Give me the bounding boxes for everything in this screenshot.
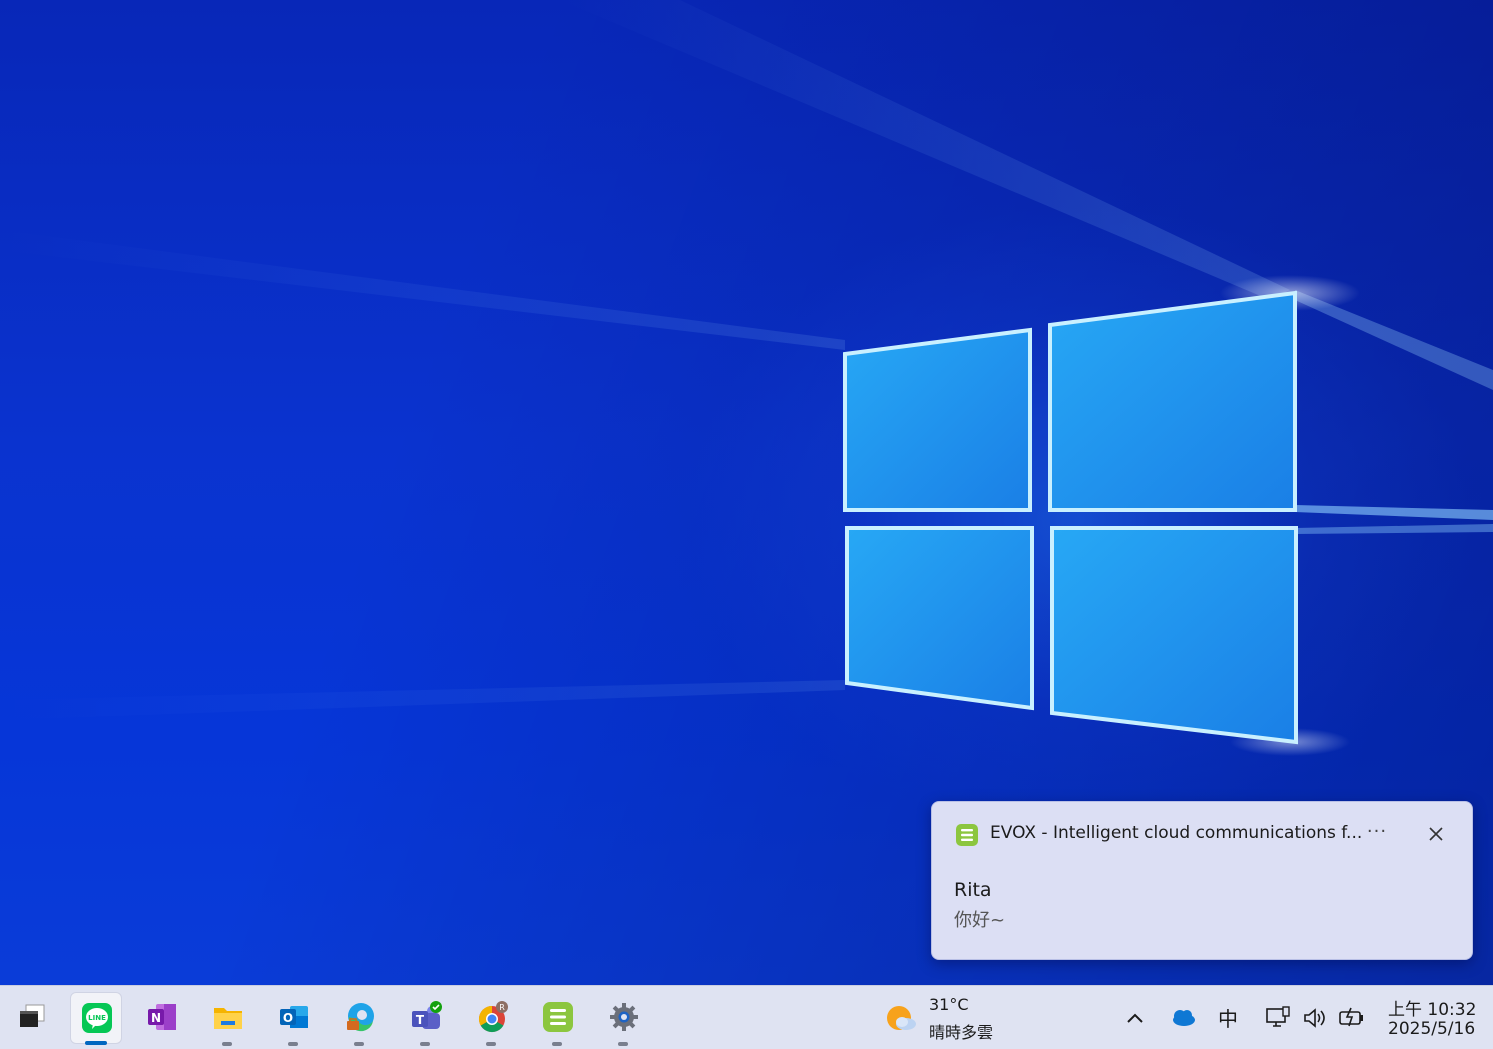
taskbar-app-desktop[interactable] [6, 992, 58, 1044]
weather-temperature[interactable]: 31°C [929, 995, 969, 1014]
notification-toast[interactable]: EVOX - Intelligent cloud communications … [931, 801, 1473, 960]
show-desktop-icon [20, 1004, 45, 1027]
taskbar-app-file-explorer[interactable] [202, 992, 254, 1046]
close-button[interactable] [1422, 820, 1450, 848]
taskbar-app-teams[interactable]: T [400, 992, 452, 1046]
taskbar-app-line[interactable]: LINE [70, 992, 122, 1045]
evox-app-icon [956, 824, 978, 846]
weather-partly-cloudy-icon[interactable] [884, 1002, 918, 1036]
running-indicator [288, 1042, 298, 1046]
evox-icon [543, 1002, 573, 1032]
running-indicator [354, 1042, 364, 1046]
chrome-icon: R [478, 1001, 508, 1033]
running-indicator [552, 1042, 562, 1046]
taskbar-app-onenote[interactable]: N [136, 992, 188, 1044]
svg-text:R: R [499, 1003, 505, 1012]
taskbar-app-settings[interactable] [598, 992, 650, 1046]
clock-date[interactable]: 2025/5/16 [1388, 1019, 1475, 1039]
taskbar-app-outlook[interactable]: O [268, 992, 320, 1046]
svg-text:O: O [283, 1011, 293, 1025]
chevron-up-icon[interactable] [1120, 1003, 1150, 1033]
edge-icon [347, 1003, 374, 1032]
svg-text:LINE: LINE [88, 1014, 106, 1022]
notification-message: 你好~ [954, 910, 1006, 931]
weather-description[interactable]: 晴時多雲 [929, 1019, 993, 1043]
clock-time[interactable]: 上午 10:32 [1388, 995, 1476, 1020]
more-options-button[interactable]: ··· [1362, 818, 1392, 848]
battery-icon[interactable] [1337, 1003, 1367, 1033]
notification-sender: Rita [954, 879, 992, 901]
taskbar-app-evox[interactable] [532, 992, 584, 1046]
ime-indicator[interactable]: 中 [1218, 1003, 1238, 1032]
volume-icon[interactable] [1300, 1003, 1330, 1033]
running-indicator [486, 1042, 496, 1046]
onedrive-cloud-icon[interactable] [1167, 1003, 1197, 1033]
running-indicator [222, 1042, 232, 1046]
taskbar: LINE N O T R 31°C 晴時多雲 中 上午 10:32 2025/5… [0, 985, 1493, 1049]
gear-icon [610, 1003, 638, 1031]
line-icon: LINE [82, 1003, 112, 1033]
running-indicator [618, 1042, 628, 1046]
taskbar-app-edge[interactable] [334, 992, 386, 1046]
notification-app-title: EVOX - Intelligent cloud communications … [990, 823, 1363, 843]
teams-icon: T [412, 1001, 442, 1029]
running-indicator [420, 1042, 430, 1046]
svg-text:T: T [416, 1013, 425, 1027]
folder-icon [214, 1008, 242, 1029]
close-icon [1429, 827, 1443, 841]
network-icon[interactable] [1263, 1003, 1293, 1033]
onenote-icon: N [148, 1004, 176, 1030]
taskbar-app-chrome[interactable]: R [466, 992, 518, 1046]
outlook-icon: O [280, 1006, 308, 1028]
svg-text:N: N [151, 1011, 161, 1025]
running-indicator [85, 1041, 107, 1045]
